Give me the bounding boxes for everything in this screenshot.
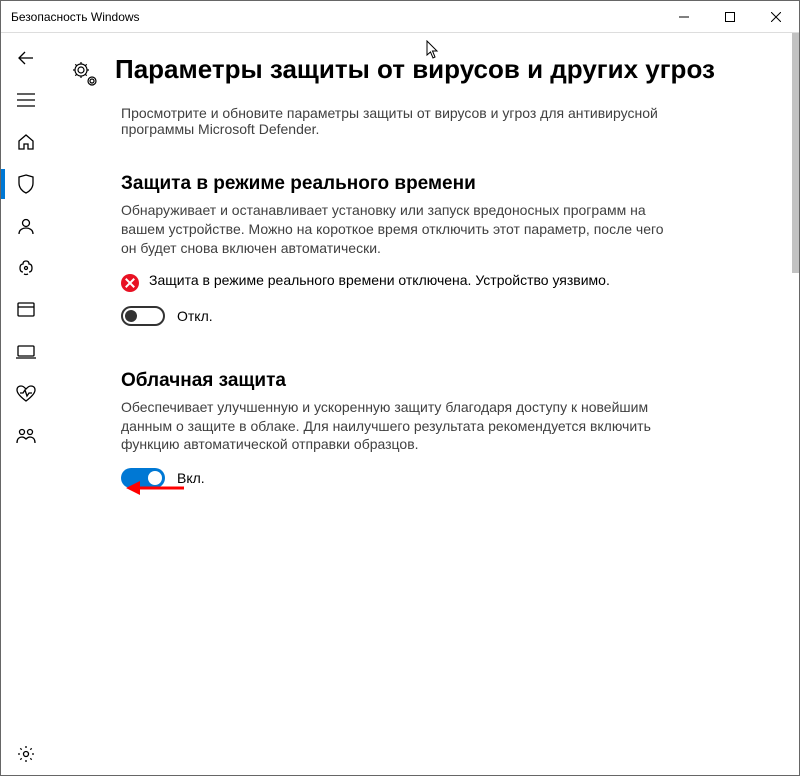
nav-home[interactable] bbox=[1, 121, 51, 163]
body: Параметры защиты от вирусов и других угр… bbox=[1, 33, 799, 775]
nav-family[interactable] bbox=[1, 415, 51, 457]
realtime-toggle-row: Откл. bbox=[121, 306, 681, 326]
hamburger-menu[interactable] bbox=[1, 79, 51, 121]
maximize-button[interactable] bbox=[707, 1, 753, 33]
window-title: Безопасность Windows bbox=[1, 10, 661, 24]
cloud-toggle-label: Вкл. bbox=[177, 470, 205, 486]
titlebar: Безопасность Windows bbox=[1, 1, 799, 33]
section-realtime: Защита в режиме реального времени Обнару… bbox=[121, 173, 681, 326]
window-controls bbox=[661, 1, 799, 33]
back-button[interactable] bbox=[1, 37, 51, 79]
error-icon bbox=[121, 274, 139, 292]
realtime-alert-text: Защита в режиме реального времени отключ… bbox=[149, 272, 610, 292]
cloud-toggle-row: Вкл. bbox=[121, 468, 681, 488]
nav-device-health[interactable] bbox=[1, 373, 51, 415]
cloud-title: Облачная защита bbox=[121, 370, 681, 392]
nav-settings[interactable] bbox=[1, 733, 51, 775]
nav-virus-threat[interactable] bbox=[1, 163, 51, 205]
realtime-desc: Обнаруживает и останавливает установку и… bbox=[121, 201, 681, 258]
content: Параметры защиты от вирусов и других угр… bbox=[51, 33, 799, 775]
nav-device-security[interactable] bbox=[1, 331, 51, 373]
page-title: Параметры защиты от вирусов и других угр… bbox=[115, 53, 715, 86]
nav-app-browser[interactable] bbox=[1, 289, 51, 331]
realtime-title: Защита в режиме реального времени bbox=[121, 173, 681, 195]
cloud-toggle[interactable] bbox=[121, 468, 165, 488]
realtime-alert: Защита в режиме реального времени отключ… bbox=[121, 272, 681, 292]
page-header: Параметры защиты от вирусов и других угр… bbox=[121, 53, 761, 89]
close-button[interactable] bbox=[753, 1, 799, 33]
sidebar bbox=[1, 33, 51, 775]
nav-firewall[interactable] bbox=[1, 247, 51, 289]
cloud-desc: Обеспечивает улучшенную и ускоренную защ… bbox=[121, 398, 681, 455]
minimize-button[interactable] bbox=[661, 1, 707, 33]
gears-icon bbox=[71, 59, 99, 89]
section-cloud: Облачная защита Обеспечивает улучшенную … bbox=[121, 370, 681, 489]
nav-account[interactable] bbox=[1, 205, 51, 247]
page-subtitle: Просмотрите и обновите параметры защиты … bbox=[121, 105, 681, 137]
window: Безопасность Windows bbox=[0, 0, 800, 776]
scrollbar[interactable] bbox=[792, 33, 799, 273]
realtime-toggle-label: Откл. bbox=[177, 308, 213, 324]
realtime-toggle[interactable] bbox=[121, 306, 165, 326]
